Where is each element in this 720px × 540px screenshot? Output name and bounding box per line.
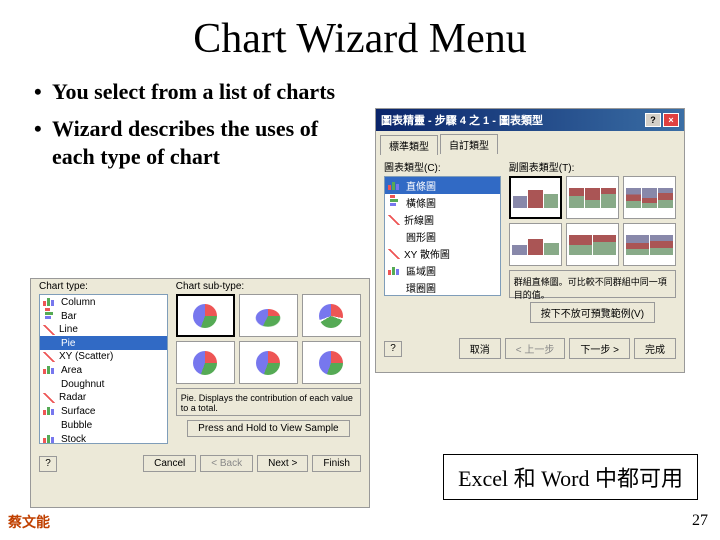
back-button[interactable]: < 上一步 xyxy=(505,338,566,359)
description-box: 群組直條圖。可比較不同群組中同一項目的值。 xyxy=(509,270,676,298)
close-icon[interactable]: × xyxy=(663,113,679,127)
back-button[interactable]: < Back xyxy=(200,455,253,472)
sub-type-option[interactable] xyxy=(239,294,298,337)
list-item[interactable]: Bubble xyxy=(40,418,167,432)
chart-wizard-dialog-en: Chart type: Column Bar Line Pie XY (Scat… xyxy=(30,278,370,508)
help-button[interactable]: ? xyxy=(384,341,402,357)
footer-note: Excel 和 Word 中都可用 xyxy=(443,454,698,500)
list-item[interactable]: 直條圖 xyxy=(385,177,500,194)
sub-type-grid xyxy=(176,294,361,384)
sub-type-option[interactable] xyxy=(623,176,676,219)
next-button[interactable]: 下一步 > xyxy=(569,338,630,359)
list-item[interactable]: Pie xyxy=(40,336,167,350)
bullet-item: Wizard describes the uses of each type o… xyxy=(30,115,350,172)
sub-type-option[interactable] xyxy=(566,176,619,219)
tab-standard[interactable]: 標準類型 xyxy=(380,135,438,155)
preview-sample-button[interactable]: 按下不放可預覽範例(V) xyxy=(530,302,655,323)
sub-type-grid xyxy=(509,176,676,266)
sub-type-option[interactable] xyxy=(302,341,361,384)
list-item[interactable]: Stock xyxy=(40,432,167,444)
next-button[interactable]: Next > xyxy=(257,455,308,472)
bullet-list: You select from a list of charts Wizard … xyxy=(30,78,350,180)
sub-type-label: Chart sub-type: xyxy=(176,281,361,292)
help-button[interactable]: ? xyxy=(39,456,57,472)
slide-title: Chart Wizard Menu xyxy=(30,15,690,63)
list-item[interactable]: XY (Scatter) xyxy=(40,350,167,363)
bullet-item: You select from a list of charts xyxy=(30,78,350,107)
list-item[interactable]: 橫條圖 xyxy=(385,194,500,211)
sub-type-option[interactable] xyxy=(302,294,361,337)
list-item[interactable]: Doughnut xyxy=(40,377,167,391)
preview-sample-button[interactable]: Press and Hold to View Sample xyxy=(187,420,349,437)
finish-button[interactable]: 完成 xyxy=(634,338,676,359)
sub-type-option[interactable] xyxy=(566,223,619,266)
description-box: Pie. Displays the contribution of each v… xyxy=(176,388,361,416)
finish-button[interactable]: Finish xyxy=(312,455,361,472)
sub-type-option[interactable] xyxy=(239,341,298,384)
list-item[interactable]: 圓形圖 xyxy=(385,228,500,245)
chart-type-label: 圖表類型(C): xyxy=(384,159,501,174)
chart-type-list[interactable]: 直條圖 橫條圖 折線圖 圓形圖 XY 散佈圖 區域圖 環圈圖 雷達圖 曲面圖 泡… xyxy=(384,176,501,296)
list-item[interactable]: Radar xyxy=(40,391,167,404)
list-item[interactable]: 區域圖 xyxy=(385,262,500,279)
tab-custom[interactable]: 自訂類型 xyxy=(440,134,498,154)
sub-type-label: 副圖表類型(T): xyxy=(509,159,676,174)
page-number: 27 xyxy=(692,512,708,530)
cancel-button[interactable]: 取消 xyxy=(459,338,501,359)
list-item[interactable]: 折線圖 xyxy=(385,211,500,228)
list-item[interactable]: XY 散佈圖 xyxy=(385,245,500,262)
list-item[interactable]: Area xyxy=(40,363,167,377)
sub-type-option[interactable] xyxy=(176,294,235,337)
author-name: 蔡文能 xyxy=(8,512,50,532)
chart-type-label: Chart type: xyxy=(39,281,168,292)
sub-type-option[interactable] xyxy=(176,341,235,384)
chart-wizard-dialog-zh: 圖表精靈 - 步驟 4 之 1 - 圖表類型 ? × 標準類型 自訂類型 圖表類… xyxy=(375,108,685,373)
sub-type-option[interactable] xyxy=(509,176,562,219)
cancel-button[interactable]: Cancel xyxy=(143,455,196,472)
list-item[interactable]: Surface xyxy=(40,404,167,418)
chart-type-list[interactable]: Column Bar Line Pie XY (Scatter) Area Do… xyxy=(39,294,168,444)
titlebar[interactable]: 圖表精靈 - 步驟 4 之 1 - 圖表類型 ? × xyxy=(376,109,684,131)
help-icon[interactable]: ? xyxy=(645,113,661,127)
list-item[interactable]: Column xyxy=(40,295,167,309)
list-item[interactable]: 環圈圖 xyxy=(385,279,500,296)
dialog-title: 圖表精靈 - 步驟 4 之 1 - 圖表類型 xyxy=(381,112,543,128)
list-item[interactable]: Line xyxy=(40,323,167,336)
sub-type-option[interactable] xyxy=(509,223,562,266)
sub-type-option[interactable] xyxy=(623,223,676,266)
list-item[interactable]: Bar xyxy=(40,309,167,323)
